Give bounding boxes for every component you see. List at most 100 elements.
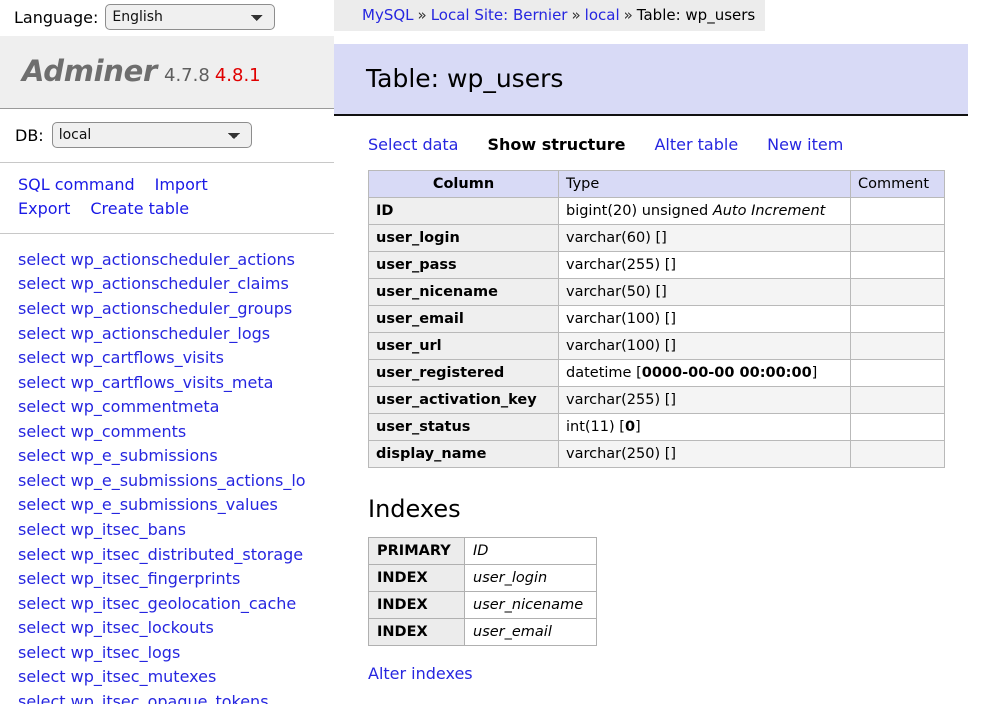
sql-command-link[interactable]: SQL command [18, 175, 135, 194]
language-label: Language: [14, 8, 98, 27]
table-link[interactable]: select wp_itsec_opaque_tokens [18, 690, 334, 704]
export-link[interactable]: Export [18, 199, 70, 218]
table-row: user_activation_key varchar(255) [] [369, 387, 945, 414]
table-link[interactable]: select wp_cartflows_visits_meta [18, 371, 334, 396]
type-text: int(11) [ [566, 419, 625, 435]
indexes-heading: Indexes [368, 495, 1000, 523]
adminer-logo-text: Adminer [22, 54, 157, 88]
column-type: varchar(50) [] [559, 279, 851, 306]
db-row: DB: local [0, 109, 334, 163]
column-type: int(11) [0] [559, 414, 851, 441]
tab-select-data[interactable]: Select data [368, 135, 458, 154]
type-default: 0 [625, 419, 635, 435]
table-link[interactable]: select wp_itsec_fingerprints [18, 567, 334, 592]
alter-indexes-link[interactable]: Alter indexes [368, 664, 473, 683]
table-row: user_registered datetime [0000-00-00 00:… [369, 360, 945, 387]
table-row: user_login varchar(60) [] [369, 225, 945, 252]
index-columns: ID [465, 538, 597, 565]
index-type: INDEX [369, 619, 465, 646]
column-comment [851, 225, 945, 252]
table-row: PRIMARY ID [369, 538, 597, 565]
tables-list: select wp_actionscheduler_actions select… [0, 234, 334, 704]
column-type: bigint(20) unsigned Auto Increment [559, 198, 851, 225]
breadcrumb-item-mysql[interactable]: MySQL [362, 6, 414, 24]
table-link[interactable]: select wp_itsec_lockouts [18, 616, 334, 641]
tab-alter-table[interactable]: Alter table [654, 135, 738, 154]
table-link[interactable]: select wp_actionscheduler_actions [18, 248, 334, 273]
breadcrumb-separator-icon: » [418, 6, 427, 24]
column-name: user_registered [369, 360, 559, 387]
table-row: INDEX user_login [369, 565, 597, 592]
breadcrumb-item-database[interactable]: local [585, 6, 620, 24]
column-type: varchar(60) [] [559, 225, 851, 252]
table-row: INDEX user_email [369, 619, 597, 646]
table-row: user_email varchar(100) [] [369, 306, 945, 333]
page-title: Table: wp_users [334, 44, 968, 116]
index-columns: user_email [465, 619, 597, 646]
index-columns: user_login [465, 565, 597, 592]
column-type: varchar(100) [] [559, 333, 851, 360]
table-link[interactable]: select wp_cartflows_visits [18, 346, 334, 371]
index-columns: user_nicename [465, 592, 597, 619]
db-label: DB: [15, 126, 44, 145]
db-select[interactable]: local [52, 122, 252, 148]
column-comment [851, 387, 945, 414]
column-name: user_login [369, 225, 559, 252]
column-type: varchar(100) [] [559, 306, 851, 333]
breadcrumb-separator-icon: » [571, 6, 580, 24]
column-name: user_pass [369, 252, 559, 279]
table-row: INDEX user_nicename [369, 592, 597, 619]
column-name: user_email [369, 306, 559, 333]
table-link[interactable]: select wp_itsec_mutexes [18, 665, 334, 690]
index-type: PRIMARY [369, 538, 465, 565]
table-link[interactable]: select wp_itsec_logs [18, 641, 334, 666]
column-comment [851, 198, 945, 225]
adminer-version: 4.7.8 [164, 65, 210, 86]
table-link[interactable]: select wp_e_submissions_actions_lo [18, 469, 334, 494]
indexes-table-body: PRIMARY ID INDEX user_login INDEX user_n… [369, 538, 597, 646]
column-name: user_activation_key [369, 387, 559, 414]
table-link[interactable]: select wp_e_submissions_values [18, 493, 334, 518]
table-row: user_nicename varchar(50) [] [369, 279, 945, 306]
index-type: INDEX [369, 565, 465, 592]
table-row: ID bigint(20) unsigned Auto Increment [369, 198, 945, 225]
breadcrumb: MySQL»Local Site: Bernier»local»Table: w… [334, 0, 765, 31]
table-link[interactable]: select wp_itsec_distributed_storage [18, 543, 334, 568]
table-link[interactable]: select wp_actionscheduler_claims [18, 272, 334, 297]
language-select[interactable]: English [105, 4, 275, 30]
structure-table: Column Type Comment ID bigint(20) unsign… [368, 170, 945, 468]
column-comment [851, 252, 945, 279]
table-link[interactable]: select wp_actionscheduler_logs [18, 322, 334, 347]
table-link[interactable]: select wp_itsec_geolocation_cache [18, 592, 334, 617]
type-tail: ] [635, 419, 641, 435]
table-header-row: Column Type Comment [369, 171, 945, 198]
structure-table-body: ID bigint(20) unsigned Auto Increment us… [369, 198, 945, 468]
table-nav-links: Select data Show structure Alter table New … [334, 116, 1000, 154]
table-row: user_pass varchar(255) [] [369, 252, 945, 279]
import-link[interactable]: Import [155, 175, 208, 194]
table-link[interactable]: select wp_itsec_bans [18, 518, 334, 543]
index-type: INDEX [369, 592, 465, 619]
table-link[interactable]: select wp_commentmeta [18, 395, 334, 420]
create-table-link[interactable]: Create table [90, 199, 189, 218]
adminer-brand-banner: Adminer 4.7.84.8.1 [0, 36, 334, 109]
adminer-new-version-link[interactable]: 4.8.1 [215, 65, 261, 86]
column-name: user_url [369, 333, 559, 360]
tab-show-structure[interactable]: Show structure [487, 135, 625, 154]
header-column: Column [369, 171, 559, 198]
table-link[interactable]: select wp_actionscheduler_groups [18, 297, 334, 322]
app-root: Language: English Adminer 4.7.84.8.1 DB: … [0, 0, 1000, 704]
column-comment [851, 414, 945, 441]
header-comment: Comment [851, 171, 945, 198]
table-row: user_url varchar(100) [] [369, 333, 945, 360]
column-name: ID [369, 198, 559, 225]
table-row: user_status int(11) [0] [369, 414, 945, 441]
table-link[interactable]: select wp_comments [18, 420, 334, 445]
type-emphasis: Auto Increment [713, 203, 826, 219]
type-tail: ] [812, 365, 818, 381]
column-name: user_nicename [369, 279, 559, 306]
tab-new-item[interactable]: New item [767, 135, 843, 154]
table-link[interactable]: select wp_e_submissions [18, 444, 334, 469]
breadcrumb-item-server[interactable]: Local Site: Bernier [431, 6, 568, 24]
language-row: Language: English [0, 0, 334, 35]
